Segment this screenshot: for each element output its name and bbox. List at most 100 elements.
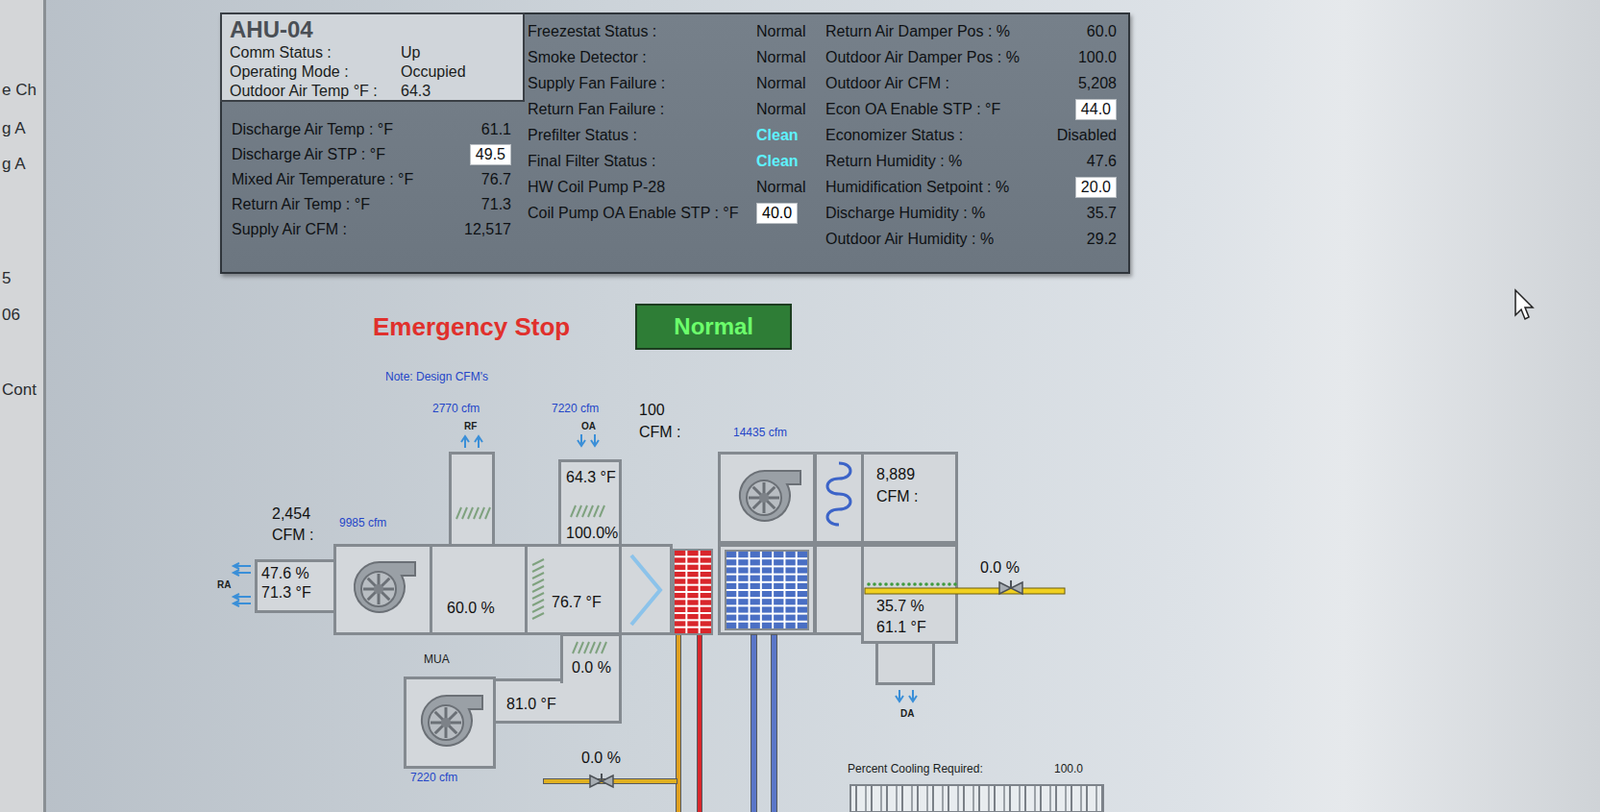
coil-section <box>813 451 864 544</box>
row-value: 76.7 <box>481 170 512 190</box>
discharge-humidity: 35.7 % <box>876 597 925 616</box>
setpoint-field[interactable]: 49.5 <box>469 144 512 166</box>
row-label: Final Filter Status : <box>527 152 753 171</box>
row-value: 60.0 <box>1086 22 1117 42</box>
row-label: Supply Fan Failure : <box>527 74 753 93</box>
status-row: Freezestat Status :Normal <box>524 18 818 45</box>
control-row: Economizer Status : Disabled <box>817 122 1129 148</box>
field-value: Occupied <box>400 62 516 82</box>
row-label: Outdoor Air Damper Pos : % <box>825 49 1046 67</box>
row-value: Normal <box>756 177 807 197</box>
mua-damper-icon <box>571 641 607 654</box>
reading-row: Supply Air CFM : 12,517 <box>221 217 525 243</box>
design-cfm: 7220 cfm <box>410 771 458 785</box>
sidebar-item[interactable]: e Ch <box>0 80 44 100</box>
outdoor-air-arrow-icon <box>576 434 602 450</box>
mixed-air-temp: 76.7 °F <box>551 593 602 612</box>
ahu-diagram: Note: Design CFM's2770 cfmRF7220 cfmOA10… <box>46 365 1600 812</box>
row-value: 71.3 <box>481 195 512 215</box>
row-label: Smoke Detector : <box>527 49 753 67</box>
heating-coil-icon <box>673 549 713 635</box>
row-label: Coil Pump OA Enable STP : °F <box>527 204 753 222</box>
design-cfm: 9985 cfm <box>339 516 387 530</box>
row-label: Discharge Humidity : % <box>825 204 1046 222</box>
mua-tag: MUA <box>423 653 450 666</box>
status-row: Supply Fan Failure :Normal <box>524 70 818 97</box>
chilled-water-pipe <box>750 634 758 812</box>
humidifier-valve-icon[interactable] <box>998 579 1024 597</box>
hot-water-pipe <box>675 634 682 812</box>
header-field: Comm Status :Up <box>229 43 516 63</box>
status-row: Smoke Detector :Normal <box>524 44 818 71</box>
row-label: Discharge Air STP : °F <box>231 146 441 164</box>
sidebar-item[interactable]: Cont <box>0 380 44 400</box>
row-value: Normal <box>756 22 807 42</box>
row-value: 5,208 <box>1078 73 1117 94</box>
sidebar-item[interactable]: g A <box>0 119 44 139</box>
sidebar-item[interactable]: 5 <box>0 269 44 289</box>
row-value: 100.0 <box>1078 48 1117 68</box>
control-row: Return Air Damper Pos : % 60.0 <box>817 18 1129 45</box>
reading-row: Discharge Air STP : °F 49.5 <box>221 142 525 168</box>
row-value: Disabled <box>1057 125 1117 146</box>
sidebar-item[interactable]: g A <box>0 154 44 174</box>
heating-valve-position: 0.0 % <box>581 749 621 767</box>
relief-duct <box>448 451 495 547</box>
field-label: Operating Mode : <box>229 62 401 82</box>
row-value: Clean <box>756 125 799 146</box>
row-label: Mixed Air Temperature : °F <box>231 171 441 189</box>
status-row: Prefilter Status :Clean <box>524 122 818 148</box>
row-label: Supply Air CFM : <box>231 221 441 239</box>
setpoint-field[interactable]: 20.0 <box>1075 176 1117 198</box>
design-cfm: 7220 cfm <box>551 402 599 416</box>
ra-temp: 71.3 °F <box>261 584 312 602</box>
sidebar-item[interactable]: 06 <box>0 305 44 325</box>
row-value: Normal <box>756 73 807 94</box>
status-row: Coil Pump OA Enable STP : °F40.0 <box>524 199 818 226</box>
control-row: Return Humidity : %47.6 <box>817 147 1129 174</box>
setpoint-field[interactable]: 44.0 <box>1075 98 1117 121</box>
row-label: Outdoor Air CFM : <box>825 74 1046 93</box>
emergency-status[interactable]: Normal <box>635 303 792 350</box>
cooling-value: 100.0 <box>1054 763 1084 776</box>
cooling-coil-icon <box>725 550 809 630</box>
design-cfm: 2770 cfm <box>432 402 480 416</box>
mua-damper-duct <box>560 633 622 684</box>
control-row: Humidification Setpoint : %20.0 <box>817 173 1129 200</box>
unit-header: AHU-04Comm Status :UpOperating Mode :Occ… <box>220 12 525 102</box>
row-label: Return Fan Failure : <box>527 100 753 119</box>
setpoint-field[interactable]: 40.0 <box>756 202 798 224</box>
duct-tag: RA <box>217 579 231 591</box>
return-air-arrow-icon <box>231 593 257 610</box>
control-row: Outdoor Air Damper Pos : % 100.0 <box>817 44 1129 71</box>
discharge-arrow-icon <box>894 689 920 706</box>
heating-valve-icon[interactable] <box>589 772 615 790</box>
main-area: AHU-04Comm Status :UpOperating Mode :Occ… <box>46 0 1600 812</box>
row-value: 12,517 <box>464 220 512 240</box>
row-value: 61.1 <box>481 120 512 140</box>
reading-row: Return Air Temp : °F71.3 <box>221 192 525 218</box>
field-value: Up <box>400 43 516 63</box>
discharge-temp: 61.1 °F <box>876 618 927 637</box>
field-label: Outdoor Air Temp °F : <box>229 81 401 101</box>
row-label: Economizer Status : <box>825 126 1046 145</box>
panel-column: Freezestat Status :NormalSmoke Detector … <box>524 14 818 272</box>
mixing-damper-icon <box>532 559 544 619</box>
blank-section <box>813 543 864 636</box>
design-note: Note: Design CFM's <box>385 370 489 384</box>
duct-tag: OA <box>581 420 596 432</box>
row-value: Clean <box>756 151 799 172</box>
reading-row: Mixed Air Temperature : °F 76.7 <box>221 167 525 193</box>
sidebar: e Ch g A g A 5 06 Cont <box>0 0 47 812</box>
return-fan-icon <box>345 558 419 618</box>
row-value: 35.7 <box>1086 203 1117 223</box>
readings-list: Discharge Air Temp : °F61.1Discharge Air… <box>221 117 525 243</box>
filter-icon <box>627 553 666 627</box>
panel-column: Return Air Damper Pos : %60.0Outdoor Air… <box>817 14 1129 272</box>
status-row: Return Fan Failure :Normal <box>524 96 818 123</box>
row-label: Return Air Damper Pos : % <box>825 23 1046 41</box>
chilled-water-pipe <box>770 634 778 812</box>
supply-cfm: 8,889 <box>876 466 915 484</box>
relief-arrow-icon <box>460 434 486 450</box>
cooling-label: Percent Cooling Required: <box>847 763 984 776</box>
